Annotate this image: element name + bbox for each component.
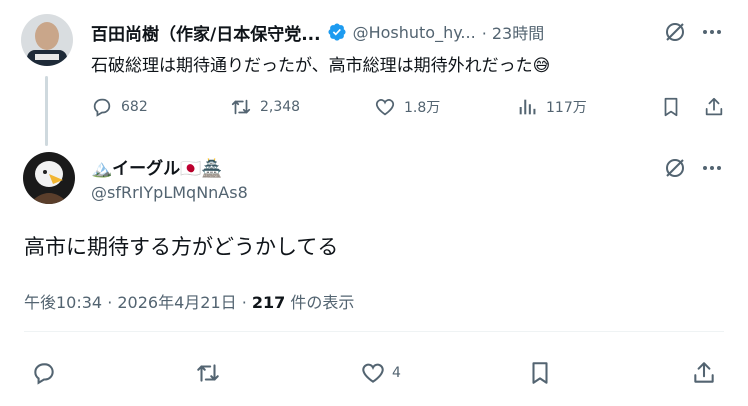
- grok-icon: [663, 20, 687, 44]
- reply-reply-button[interactable]: [31, 360, 57, 386]
- like-icon: [374, 96, 396, 118]
- parent-views-count: 117万: [546, 100, 587, 116]
- more-icon: [700, 156, 724, 180]
- reply-grok-button[interactable]: [663, 156, 687, 180]
- parent-avatar[interactable]: [21, 14, 73, 66]
- reply-author-name[interactable]: 🏔️イーグル🇯🇵🏯: [91, 154, 223, 179]
- parent-author-handle[interactable]: @Hoshuto_hy...: [353, 23, 476, 42]
- parent-bookmark-button[interactable]: [660, 96, 682, 118]
- reply-like-count: 4: [392, 365, 401, 381]
- parent-more-button[interactable]: [700, 20, 724, 44]
- reply-more-button[interactable]: [700, 156, 724, 180]
- more-icon: [700, 20, 724, 44]
- parent-like-count: 1.8万: [404, 100, 441, 116]
- thread-connector-line: [45, 76, 48, 146]
- verified-badge-icon: [327, 22, 347, 42]
- reply-retweet-button[interactable]: [195, 360, 221, 386]
- share-icon: [703, 96, 725, 118]
- reply-meta: 午後10:34 · 2026年4月21日 · 217 件の表示: [24, 289, 354, 313]
- bookmark-icon: [527, 360, 553, 386]
- reply-header-name-row: 🏔️イーグル🇯🇵🏯: [91, 153, 223, 179]
- reply-icon: [91, 96, 113, 118]
- reply-icon: [31, 360, 57, 386]
- parent-author-name[interactable]: 百田尚樹（作家/日本保守党...: [91, 20, 321, 45]
- bookmark-icon: [660, 96, 682, 118]
- parent-share-button[interactable]: [703, 96, 725, 118]
- retweet-icon: [195, 360, 221, 386]
- parent-grok-button[interactable]: [663, 20, 687, 44]
- action-bar-top-divider: [24, 331, 724, 332]
- reply-views-label: 件の表示: [285, 293, 355, 312]
- parent-like-button[interactable]: 1.8万: [374, 96, 440, 118]
- reply-header-handle-row: @sfRrIYpLMqNnAs8: [91, 181, 248, 203]
- like-icon: [360, 360, 386, 386]
- parent-retweet-button[interactable]: 2,348: [230, 96, 300, 118]
- parent-header: 百田尚樹（作家/日本保守党... @Hoshuto_hy... · 23時間: [91, 19, 544, 45]
- reply-avatar[interactable]: [23, 152, 75, 204]
- parent-timestamp[interactable]: · 23時間: [482, 20, 545, 44]
- reply-timestamp[interactable]: 午後10:34 · 2026年4月21日 ·: [24, 293, 252, 312]
- reply-bookmark-button[interactable]: [527, 360, 553, 386]
- parent-reply-button[interactable]: 682: [91, 96, 148, 118]
- retweet-icon: [230, 96, 252, 118]
- views-icon: [516, 96, 538, 118]
- parent-views-button[interactable]: 117万: [516, 96, 587, 118]
- reply-view-count: 217: [251, 293, 286, 312]
- reply-like-button[interactable]: 4: [360, 360, 401, 386]
- share-icon: [691, 360, 717, 386]
- parent-tweet-text: 石破総理は期待通りだったが、高市総理は期待外れだった😅: [91, 56, 551, 76]
- reply-tweet-text: 高市に期待する方がどうかしてる: [24, 235, 339, 259]
- parent-reply-count: 682: [121, 99, 148, 115]
- reply-author-handle[interactable]: @sfRrIYpLMqNnAs8: [91, 183, 248, 202]
- reply-share-button[interactable]: [691, 360, 717, 386]
- grok-icon: [663, 156, 687, 180]
- parent-retweet-count: 2,348: [260, 99, 301, 115]
